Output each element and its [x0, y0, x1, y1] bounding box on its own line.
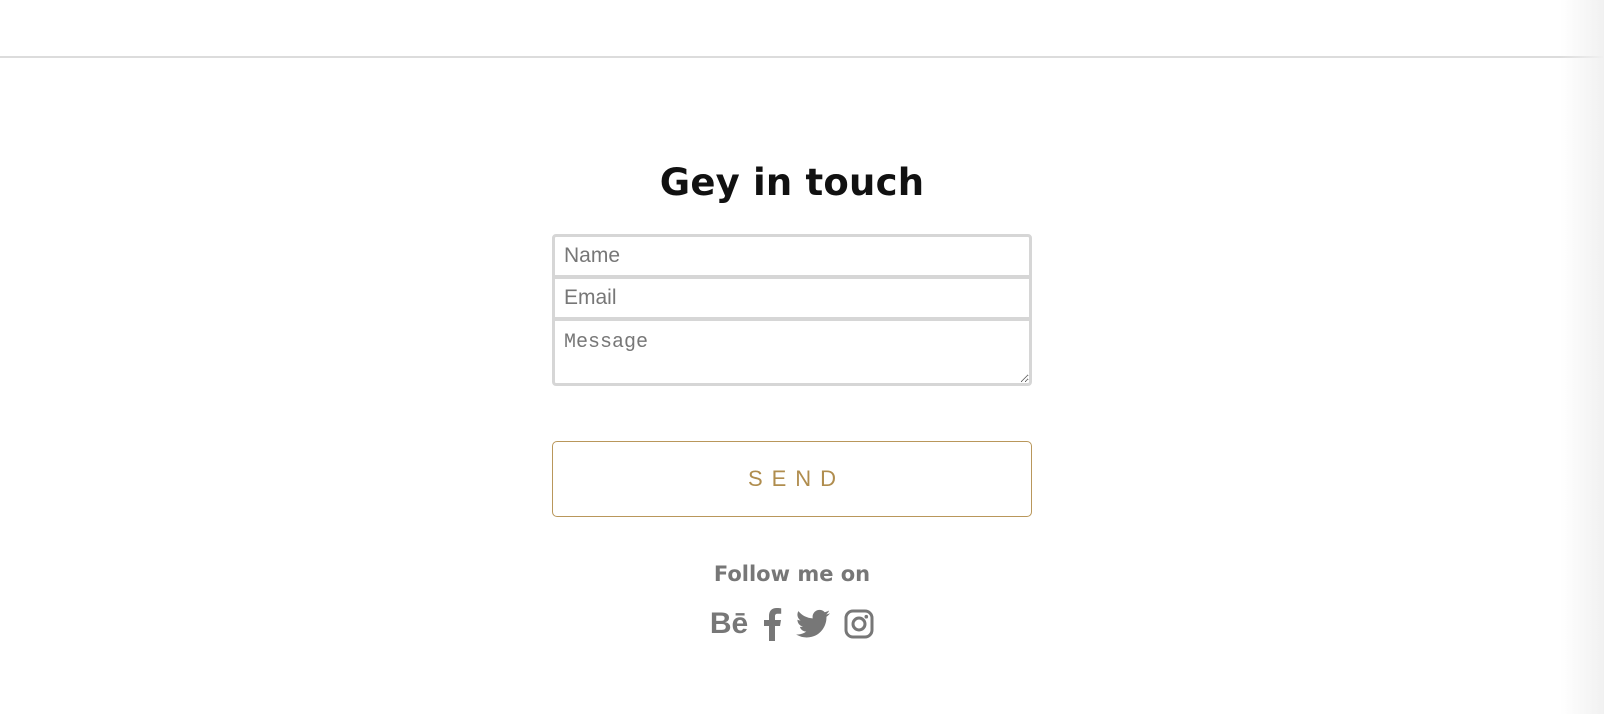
facebook-icon: [764, 608, 782, 641]
behance-icon: Bē: [709, 607, 749, 640]
contact-page: Gey in touch SEND Follow me on Bē: [0, 0, 1604, 714]
name-input[interactable]: [552, 234, 1032, 278]
contact-form: [552, 234, 1032, 386]
instagram-icon: [844, 609, 874, 639]
twitter-icon: [796, 609, 831, 638]
instagram-link[interactable]: [844, 606, 874, 642]
email-input[interactable]: [552, 276, 1032, 320]
behance-link[interactable]: Bē: [710, 606, 748, 642]
facebook-link[interactable]: [762, 606, 782, 642]
message-textarea[interactable]: [552, 318, 1032, 386]
twitter-link[interactable]: [796, 606, 831, 642]
page-title: Gey in touch: [659, 160, 925, 204]
send-button[interactable]: SEND: [552, 441, 1032, 517]
social-links: Bē: [0, 606, 1584, 642]
header-divider: [0, 56, 1604, 58]
follow-label: Follow me on: [713, 562, 871, 586]
